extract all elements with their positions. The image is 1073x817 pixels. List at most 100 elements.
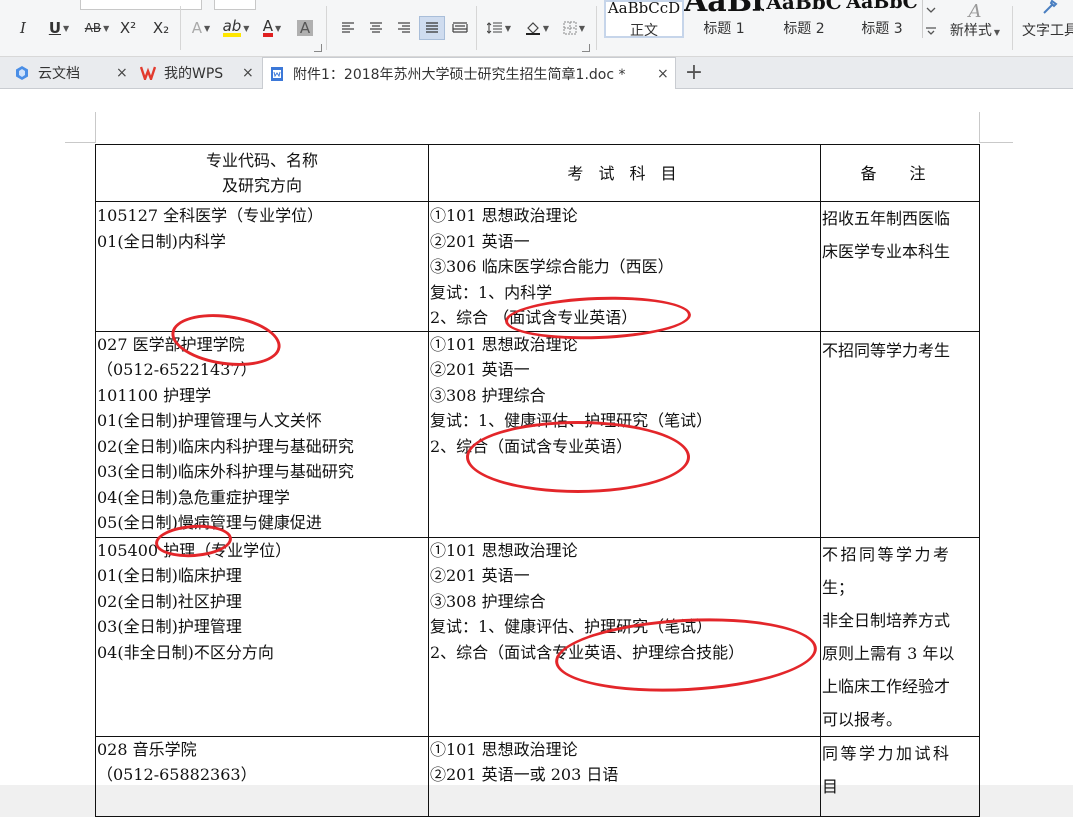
cell-line: 04(非全日制)不区分方向: [97, 642, 274, 662]
justify-icon: [426, 22, 438, 33]
ribbon: I U ▼ AB ▼ X² X₂ A ▼ ab ▼ A ▼ A ▼ ▼ ▼ Aa…: [0, 0, 1073, 57]
cell-line: 上临床工作经验才: [822, 676, 951, 696]
new-style-label: 新样式: [949, 23, 992, 39]
cell-line: （0512-65882363）: [97, 765, 257, 784]
note-cell[interactable]: 不招同等学力考生: [820, 330, 980, 538]
distributed-icon: [452, 22, 468, 33]
exam-cell[interactable]: ①101 思想政治理论 ②201 英语一或 203 日语: [428, 735, 821, 817]
borders-button[interactable]: ▼: [558, 16, 590, 40]
superscript-button[interactable]: X²: [117, 16, 139, 40]
line-spacing-button[interactable]: ▼: [482, 16, 516, 40]
cell-line: 03(全日制)护理管理: [97, 617, 242, 636]
style-heading-3[interactable]: AaBbC 标题 3: [842, 0, 922, 38]
new-tab-button[interactable]: +: [682, 57, 706, 88]
paint-bucket-icon: [525, 22, 540, 35]
font-color-button[interactable]: A ▼: [256, 16, 288, 40]
document-page[interactable]: 专业代码、名称 及研究方向 考 试 科 目 备 注 105127 全科医学（专业…: [0, 89, 1073, 817]
subscript-button[interactable]: X₂: [150, 16, 172, 40]
tab-active-document[interactable]: 附件1：2018年苏州大学硕士研究生招生简章1.doc * ×: [262, 57, 676, 89]
major-cell[interactable]: 105400 护理（专业学位） 01(全日制)临床护理 02(全日制)社区护理 …: [95, 536, 429, 737]
underline-button[interactable]: U ▼: [42, 16, 76, 40]
table-header-row: 专业代码、名称 及研究方向 考 试 科 目 备 注: [95, 144, 980, 202]
note-cell[interactable]: 同等学力加试科 目: [820, 735, 980, 817]
cell-line: 105400 护理（专业学位）: [97, 540, 292, 560]
cell-line: 01(全日制)护理管理与人文关怀: [97, 411, 322, 430]
cell-line: ①101 思想政治理论: [430, 540, 578, 560]
dropdown-arrow-icon: ▼: [542, 23, 550, 33]
cell-line: 01(全日制)内科学: [97, 231, 226, 251]
header-text: 考 试 科 目: [567, 163, 682, 183]
gallery-more-icon: [926, 7, 936, 35]
style-heading-2[interactable]: AaBbC 标题 2: [764, 0, 844, 38]
table-row: 028 音乐学院 （0512-65882363） ①101 思想政治理论 ②20…: [95, 735, 980, 817]
paragraph-group-launcher-icon[interactable]: [582, 44, 590, 52]
table-row: 105400 护理（专业学位） 01(全日制)临床护理 02(全日制)社区护理 …: [95, 536, 980, 737]
note-cell[interactable]: 不招同等学力考 生； 非全日制培养方式 原则上需有 3 年以 上临床工作经验才 …: [820, 536, 980, 737]
table-row: 105127 全科医学（专业学位） 01(全日制)内科学 ①101 思想政治理论…: [95, 201, 980, 332]
cell-line: 028 音乐学院: [97, 739, 197, 759]
cell-line: 101100 护理学: [97, 385, 212, 405]
cell-line: 2、综合（面试含专业英语、护理综合技能）: [430, 642, 745, 662]
margin-corner-mark: [65, 142, 95, 143]
align-left-button[interactable]: [336, 16, 360, 40]
tab-cloud-docs[interactable]: 云文档 ×: [14, 57, 132, 88]
divider: [180, 6, 181, 50]
dropdown-arrow-icon: ▼: [993, 28, 1001, 37]
font-group-launcher-icon[interactable]: [314, 44, 322, 52]
divider: [1012, 6, 1013, 50]
style-normal[interactable]: AaBbCcD 正文: [604, 0, 684, 38]
close-icon[interactable]: ×: [657, 66, 669, 82]
dropdown-arrow-icon: ▼: [275, 23, 282, 33]
cell-line: 复试：1、健康评估、护理研究（笔试）: [430, 411, 713, 430]
tab-label: 附件1：2018年苏州大学硕士研究生招生简章1.doc *: [293, 66, 626, 83]
borders-icon: [563, 21, 577, 35]
font-name-combo[interactable]: [80, 0, 202, 10]
close-icon[interactable]: ×: [116, 65, 128, 81]
cell-line: 不招同等学力考生: [822, 340, 951, 360]
highlight-button[interactable]: ab ▼: [220, 16, 252, 40]
font-color-icon: A: [262, 17, 274, 37]
exam-cell[interactable]: ①101 思想政治理论 ②201 英语一 ③306 临床医学综合能力（西医） 复…: [428, 201, 821, 332]
tab-label: 云文档: [38, 65, 80, 82]
cell-line: ②201 英语一或 203 日语: [430, 765, 619, 784]
exam-cell[interactable]: ①101 思想政治理论 ②201 英语一 ③308 护理综合 复试：1、健康评估…: [428, 330, 821, 538]
cell-line: 生；: [822, 577, 855, 597]
distributed-button[interactable]: [448, 16, 472, 40]
text-effect-icon: A: [191, 19, 203, 37]
major-cell[interactable]: 027 医学部护理学院 （0512-65221437） 101100 护理学 0…: [95, 330, 429, 538]
italic-button[interactable]: I: [12, 16, 34, 40]
cell-line: 2、综合（面试含专业英语）: [430, 436, 633, 456]
cell-line: （0512-65221437）: [97, 360, 257, 379]
new-style-button[interactable]: A 新样式 ▼: [944, 0, 1006, 44]
cell-line: ②201 英语一: [430, 360, 530, 379]
cell-line: 复试：1、健康评估、护理研究（笔试）: [430, 617, 713, 636]
char-shading-button[interactable]: A: [294, 16, 316, 40]
cell-line: ①101 思想政治理论: [430, 334, 578, 354]
text-effect-button[interactable]: A ▼: [186, 16, 216, 40]
align-right-button[interactable]: [392, 16, 416, 40]
strike-label: AB: [84, 21, 102, 35]
major-cell[interactable]: 028 音乐学院 （0512-65882363）: [95, 735, 429, 817]
exam-cell[interactable]: ①101 思想政治理论 ②201 英语一 ③308 护理综合 复试：1、健康评估…: [428, 536, 821, 737]
font-size-combo[interactable]: [214, 0, 256, 10]
style-heading-1[interactable]: AaBb 标题 1: [684, 0, 764, 38]
align-left-icon: [342, 22, 354, 33]
shading-button[interactable]: ▼: [520, 16, 554, 40]
style-gallery-scroll[interactable]: [922, 0, 939, 38]
note-cell[interactable]: 招收五年制西医临 床医学专业本科生: [820, 201, 980, 332]
major-cell[interactable]: 105127 全科医学（专业学位） 01(全日制)内科学: [95, 201, 429, 332]
strikethrough-button[interactable]: AB ▼: [80, 16, 114, 40]
divider: [596, 6, 597, 50]
highlight-icon: ab: [222, 17, 242, 37]
text-tools-label: 文字工具: [1022, 23, 1073, 39]
admissions-table: 专业代码、名称 及研究方向 考 试 科 目 备 注 105127 全科医学（专业…: [95, 144, 980, 817]
wps-logo-icon: [140, 65, 156, 81]
tab-my-wps[interactable]: 我的WPS ×: [140, 57, 258, 88]
cell-line: 03(全日制)临床外科护理与基础研究: [97, 462, 354, 481]
cloud-docs-icon: [14, 65, 30, 81]
text-tools-button[interactable]: 文字工具: [1020, 0, 1073, 44]
divider: [476, 6, 477, 50]
justify-button[interactable]: [419, 16, 445, 40]
align-center-button[interactable]: [364, 16, 388, 40]
close-icon[interactable]: ×: [242, 65, 254, 81]
